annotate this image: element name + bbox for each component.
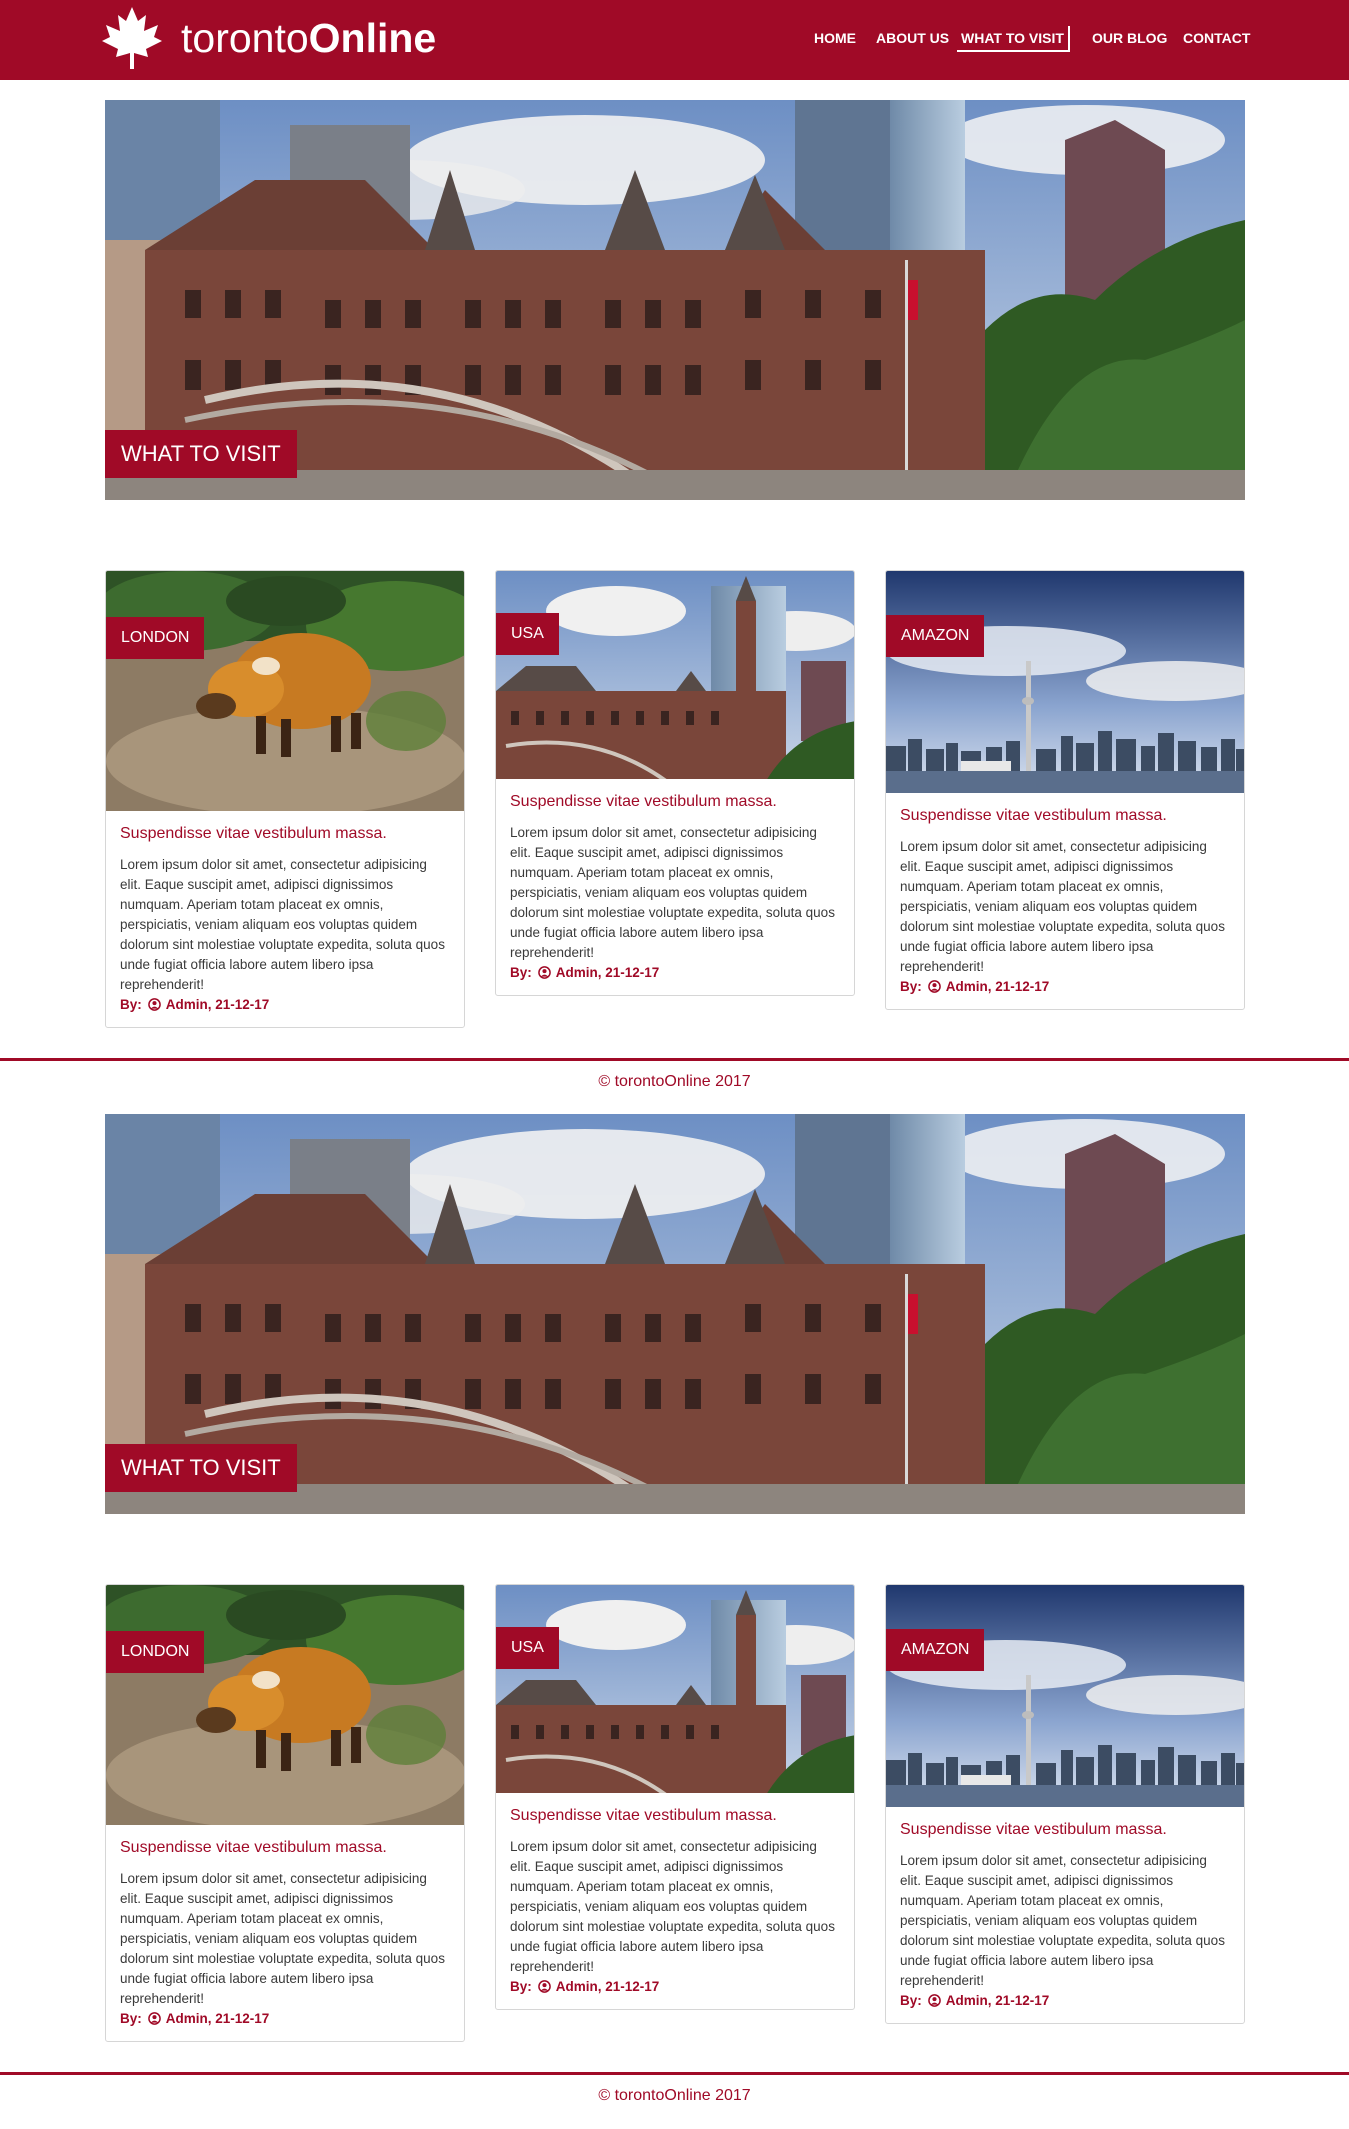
card-text: Lorem ipsum dolor sit amet, consectetur …: [120, 857, 445, 992]
card-author: Admin, 21-12-17: [945, 1993, 1050, 2008]
content-section: WHAT TO VISIT LONDON Suspendisse vitae v…: [0, 1014, 1349, 2104]
user-circle-icon: [147, 998, 161, 1011]
card-tag[interactable]: LONDON: [106, 617, 205, 659]
article-card[interactable]: LONDON Suspendisse vitae vestibulum mass…: [105, 570, 465, 1028]
card-author: Admin, 21-12-17: [165, 2011, 270, 2026]
card-text: Lorem ipsum dolor sit amet, consectetur …: [900, 839, 1225, 974]
card-meta: By: Admin, 21-12-17: [120, 2009, 450, 2029]
card-by: By:: [120, 2011, 142, 2026]
user-circle-icon: [537, 1980, 551, 1993]
card-title[interactable]: Suspendisse vitae vestibulum massa.: [510, 791, 840, 813]
card-text: Lorem ipsum dolor sit amet, consectetur …: [510, 1839, 835, 1974]
article-card[interactable]: AMAZON Suspendisse vitae vestibulum mass…: [885, 1584, 1245, 2024]
content-section: WHAT TO VISIT LONDON Suspendisse vitae v…: [0, 0, 1349, 1090]
card-meta: By: Admin, 21-12-17: [510, 1977, 840, 1997]
hero-banner[interactable]: WHAT TO VISIT: [105, 1114, 1245, 1514]
card-body: Suspendisse vitae vestibulum massa. Lore…: [120, 823, 450, 1015]
article-card[interactable]: USA Suspendisse vitae vestibulum massa. …: [495, 570, 855, 996]
card-body: Suspendisse vitae vestibulum massa. Lore…: [510, 791, 840, 983]
card-author: Admin, 21-12-17: [165, 997, 270, 1012]
card-body: Suspendisse vitae vestibulum massa. Lore…: [510, 1805, 840, 1997]
card-author: Admin, 21-12-17: [945, 979, 1050, 994]
footer-divider: [0, 2072, 1349, 2075]
card-author: Admin, 21-12-17: [555, 1979, 660, 1994]
hero-label: WHAT TO VISIT: [105, 430, 297, 478]
card-by: By:: [900, 1993, 922, 2008]
article-card[interactable]: AMAZON Suspendisse vitae vestibulum mass…: [885, 570, 1245, 1010]
card-author: Admin, 21-12-17: [555, 965, 660, 980]
user-circle-icon: [927, 980, 941, 993]
card-image: [886, 1585, 1244, 1807]
card-text: Lorem ipsum dolor sit amet, consectetur …: [120, 1871, 445, 2006]
card-tag[interactable]: AMAZON: [886, 615, 985, 657]
card-title[interactable]: Suspendisse vitae vestibulum massa.: [900, 1819, 1230, 1841]
footer-copyright: © torontoOnline 2017: [598, 2087, 751, 2104]
card-title[interactable]: Suspendisse vitae vestibulum massa.: [120, 1837, 450, 1859]
card-title[interactable]: Suspendisse vitae vestibulum massa.: [900, 805, 1230, 827]
card-image: [106, 571, 464, 811]
user-circle-icon: [927, 1994, 941, 2007]
hero-banner[interactable]: WHAT TO VISIT: [105, 100, 1245, 500]
card-meta: By: Admin, 21-12-17: [510, 963, 840, 983]
card-title[interactable]: Suspendisse vitae vestibulum massa.: [120, 823, 450, 845]
card-body: Suspendisse vitae vestibulum massa. Lore…: [120, 1837, 450, 2029]
card-image: [886, 571, 1244, 793]
card-by: By:: [900, 979, 922, 994]
card-image: [496, 1585, 854, 1793]
article-card[interactable]: LONDON Suspendisse vitae vestibulum mass…: [105, 1584, 465, 2042]
card-meta: By: Admin, 21-12-17: [120, 995, 450, 1015]
card-meta: By: Admin, 21-12-17: [900, 977, 1230, 997]
card-meta: By: Admin, 21-12-17: [900, 1991, 1230, 2011]
card-image: [106, 1585, 464, 1825]
card-tag[interactable]: USA: [496, 1627, 559, 1669]
article-card[interactable]: USA Suspendisse vitae vestibulum massa. …: [495, 1584, 855, 2010]
hero-label: WHAT TO VISIT: [105, 1444, 297, 1492]
card-text: Lorem ipsum dolor sit amet, consectetur …: [900, 1853, 1225, 1988]
card-tag[interactable]: LONDON: [106, 1631, 205, 1673]
card-tag[interactable]: USA: [496, 613, 559, 655]
card-text: Lorem ipsum dolor sit amet, consectetur …: [510, 825, 835, 960]
card-by: By:: [510, 1979, 532, 1994]
card-body: Suspendisse vitae vestibulum massa. Lore…: [900, 1819, 1230, 2011]
card-by: By:: [120, 997, 142, 1012]
card-title[interactable]: Suspendisse vitae vestibulum massa.: [510, 1805, 840, 1827]
card-body: Suspendisse vitae vestibulum massa. Lore…: [900, 805, 1230, 997]
card-by: By:: [510, 965, 532, 980]
card-tag[interactable]: AMAZON: [886, 1629, 985, 1671]
user-circle-icon: [537, 966, 551, 979]
user-circle-icon: [147, 2012, 161, 2025]
card-image: [496, 571, 854, 779]
